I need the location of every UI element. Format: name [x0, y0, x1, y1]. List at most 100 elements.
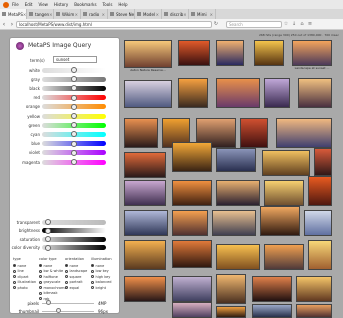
image-thumbnail[interactable]	[296, 304, 332, 318]
forward-icon[interactable]: ›	[8, 21, 16, 28]
tab-6[interactable]: discrib ×	[162, 9, 189, 19]
image-thumbnail[interactable]	[216, 78, 260, 108]
reload-icon[interactable]: ↻	[212, 21, 220, 27]
radio-icon[interactable]	[39, 275, 42, 279]
option-radio[interactable]: bright	[91, 285, 117, 291]
color-slider[interactable]	[42, 149, 106, 156]
color-slider[interactable]	[42, 85, 106, 92]
image-thumbnail[interactable]	[216, 40, 244, 66]
tab-1[interactable]: tangen ×	[27, 9, 54, 19]
option-radio[interactable]: bw & white	[39, 269, 65, 275]
menu-help[interactable]: Help	[118, 2, 127, 7]
close-tab-icon[interactable]: ×	[75, 12, 78, 17]
radio-icon[interactable]	[65, 280, 68, 284]
radio-icon[interactable]	[65, 286, 68, 290]
close-tab-icon[interactable]: ×	[156, 12, 159, 17]
image-thumbnail[interactable]	[252, 276, 292, 302]
option-radio[interactable]: landscape	[65, 269, 91, 275]
radio-icon[interactable]	[91, 269, 94, 273]
radio-icon[interactable]	[13, 275, 16, 279]
image-thumbnail[interactable]	[216, 274, 246, 304]
image-thumbnail[interactable]	[172, 180, 212, 206]
image-thumbnail[interactable]	[260, 206, 300, 236]
radio-icon[interactable]	[13, 264, 16, 268]
home-icon[interactable]: ⌂	[298, 21, 306, 27]
image-thumbnail[interactable]	[212, 210, 256, 236]
image-thumbnail[interactable]	[124, 240, 166, 270]
radio-icon[interactable]	[39, 269, 42, 273]
image-thumbnail[interactable]	[124, 118, 158, 148]
option-radio[interactable]: monochrome	[39, 285, 67, 291]
image-thumbnail[interactable]	[264, 244, 304, 270]
tab-4[interactable]: Steve Net×	[108, 9, 135, 19]
close-tab-icon[interactable]: ×	[23, 12, 26, 17]
thumbnail-slider[interactable]	[42, 308, 94, 314]
color-slider[interactable]	[42, 236, 106, 242]
image-thumbnail[interactable]	[308, 240, 332, 270]
radio-icon[interactable]	[13, 280, 16, 284]
color-slider[interactable]	[42, 76, 106, 83]
back-icon[interactable]: ‹	[0, 21, 8, 28]
slider-knob[interactable]	[71, 94, 77, 101]
menu-view[interactable]: View	[38, 2, 48, 7]
image-thumbnail[interactable]	[124, 180, 166, 206]
tab-2[interactable]: Wikim ×	[54, 9, 81, 19]
search-input[interactable]: Search	[226, 20, 282, 28]
image-thumbnail[interactable]	[314, 148, 332, 176]
color-slider[interactable]	[42, 67, 106, 73]
color-slider[interactable]	[42, 140, 106, 147]
color-slider[interactable]	[42, 103, 106, 110]
image-thumbnail[interactable]	[178, 78, 208, 108]
download-icon[interactable]: ↓	[290, 21, 298, 27]
slider-knob[interactable]	[71, 122, 77, 129]
image-thumbnail[interactable]: Landscape at sunset ...	[292, 40, 332, 70]
option-radio[interactable]: photo	[13, 285, 39, 291]
slider-knob[interactable]	[71, 76, 77, 83]
tab-0[interactable]: MetaPS ×	[0, 9, 27, 19]
term-input[interactable]: sunset	[53, 56, 97, 63]
slider-knob[interactable]	[44, 236, 51, 242]
tab-7[interactable]: Mimi ×	[189, 9, 216, 19]
slider-knob[interactable]	[71, 103, 77, 110]
radio-icon[interactable]	[91, 264, 94, 268]
slider-knob[interactable]	[71, 67, 77, 73]
slider-knob[interactable]	[44, 219, 51, 225]
slider-knob[interactable]	[71, 113, 77, 119]
image-thumbnail[interactable]	[172, 276, 212, 302]
image-thumbnail[interactable]	[216, 244, 260, 270]
slider-knob[interactable]	[71, 131, 77, 138]
menu-tools[interactable]: Tools	[103, 2, 113, 7]
star-icon[interactable]: ☆	[282, 21, 290, 27]
image-thumbnail[interactable]	[262, 150, 310, 176]
image-thumbnail[interactable]	[124, 80, 172, 108]
slider-knob[interactable]	[71, 159, 77, 165]
close-tab-icon[interactable]: ×	[210, 12, 213, 17]
image-thumbnail[interactable]	[240, 118, 268, 148]
image-thumbnail[interactable]	[172, 210, 208, 236]
color-slider[interactable]	[42, 131, 106, 138]
color-slider[interactable]	[42, 227, 106, 234]
image-thumbnail[interactable]	[296, 276, 332, 302]
image-thumbnail[interactable]	[124, 210, 168, 236]
image-thumbnail[interactable]	[172, 240, 212, 268]
radio-icon[interactable]	[65, 264, 68, 268]
radio-icon[interactable]	[13, 269, 16, 273]
menu-bookmarks[interactable]: Bookmarks	[74, 2, 96, 7]
radio-icon[interactable]	[91, 275, 94, 279]
color-slider[interactable]	[42, 122, 106, 129]
thumbnail-knob[interactable]	[56, 308, 61, 314]
image-thumbnail[interactable]	[216, 306, 246, 318]
slider-knob[interactable]	[44, 244, 51, 251]
slider-knob[interactable]	[44, 227, 51, 234]
image-thumbnail[interactable]	[252, 304, 292, 318]
menu-file[interactable]: File	[12, 2, 19, 7]
menu-edit[interactable]: Edit	[25, 2, 33, 7]
close-tab-icon[interactable]: ×	[102, 12, 105, 17]
slider-knob[interactable]	[71, 140, 77, 147]
radio-icon[interactable]	[91, 286, 94, 290]
radio-icon[interactable]	[39, 264, 42, 268]
pixels-slider[interactable]	[42, 300, 94, 306]
color-slider[interactable]	[42, 159, 106, 165]
option-radio[interactable]: illustration	[13, 280, 39, 286]
menu-icon[interactable]: ≡	[306, 21, 314, 27]
